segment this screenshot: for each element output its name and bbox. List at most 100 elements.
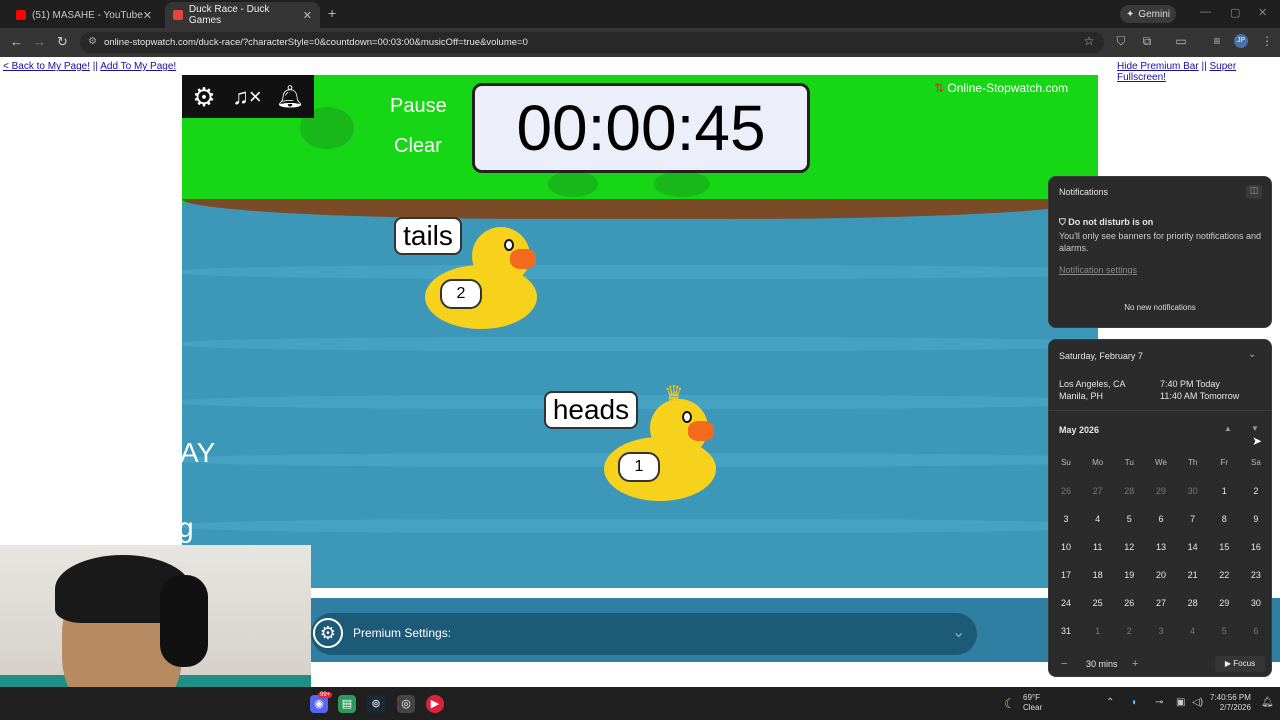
calendar-day[interactable]: 1 bbox=[1085, 626, 1111, 636]
calendar-day[interactable]: 17 bbox=[1053, 570, 1079, 580]
calendar-day[interactable]: 25 bbox=[1085, 598, 1111, 608]
back-to-my-page-link[interactable]: < Back to My Page! bbox=[3, 61, 90, 72]
weather-widget[interactable]: 69°F Clear bbox=[1023, 693, 1042, 713]
calendar-day[interactable]: 28 bbox=[1180, 598, 1206, 608]
forward-icon[interactable]: → bbox=[33, 34, 46, 49]
edge-icon[interactable]: ◐ bbox=[1132, 697, 1138, 708]
close-tab-icon[interactable]: ✕ bbox=[303, 9, 312, 22]
chevron-up-icon[interactable]: ⌃ bbox=[1106, 697, 1114, 708]
tab-duck-race[interactable]: Duck Race - Duck Games ✕ bbox=[165, 2, 320, 28]
calendar-day[interactable]: 6 bbox=[1243, 626, 1269, 636]
calendar-day[interactable]: 3 bbox=[1148, 626, 1174, 636]
media-player-icon[interactable]: ▶ bbox=[426, 695, 444, 713]
calendar-day[interactable]: 13 bbox=[1148, 542, 1174, 552]
calendar-day[interactable]: 31 bbox=[1053, 626, 1079, 636]
calendar-day[interactable]: 24 bbox=[1053, 598, 1079, 608]
calendar-day[interactable]: 27 bbox=[1148, 598, 1174, 608]
network-icon[interactable]: ▣ bbox=[1176, 697, 1185, 708]
calendar-day[interactable]: 11 bbox=[1085, 542, 1111, 552]
calendar-day[interactable]: 3 bbox=[1053, 514, 1079, 524]
calendar-day[interactable]: 30 bbox=[1180, 486, 1206, 496]
calendar-day[interactable]: 21 bbox=[1180, 570, 1206, 580]
calendar-day[interactable]: 14 bbox=[1180, 542, 1206, 552]
new-tab-button[interactable]: + bbox=[328, 5, 336, 21]
calendar-day[interactable]: 8 bbox=[1211, 514, 1237, 524]
chevron-down-icon[interactable]: ⌄ bbox=[952, 622, 965, 642]
taskbar-clock[interactable]: 7:40:56 PM 2/7/2026 bbox=[1210, 693, 1251, 713]
notification-bell-icon[interactable]: 🔔︎ bbox=[1261, 697, 1274, 708]
calendar-day[interactable]: 26 bbox=[1053, 486, 1079, 496]
add-to-my-page-link[interactable]: Add To My Page! bbox=[100, 61, 176, 72]
calendar-month[interactable]: May 2026 bbox=[1059, 425, 1099, 435]
premium-gear-icon[interactable]: ⚙ bbox=[313, 618, 343, 648]
media-icon[interactable]: ≡ bbox=[1210, 34, 1224, 48]
back-icon[interactable]: ← bbox=[10, 34, 23, 49]
previous-month-icon[interactable]: ▲ bbox=[1224, 424, 1232, 433]
usb-icon[interactable]: ⊸ bbox=[1155, 697, 1163, 708]
duck-name-heads: heads bbox=[544, 391, 638, 429]
calendar-day[interactable]: 26 bbox=[1116, 598, 1142, 608]
calendar-day[interactable]: 29 bbox=[1211, 598, 1237, 608]
calendar-day[interactable]: 22 bbox=[1211, 570, 1237, 580]
hide-premium-bar-link[interactable]: Hide Premium Bar bbox=[1117, 61, 1199, 72]
next-month-icon[interactable]: ▼ bbox=[1251, 424, 1259, 433]
close-tab-icon[interactable]: ✕ bbox=[143, 9, 152, 22]
calendar-day[interactable]: 20 bbox=[1148, 570, 1174, 580]
calendar-day[interactable]: 23 bbox=[1243, 570, 1269, 580]
volume-icon[interactable]: ◁) bbox=[1192, 697, 1203, 708]
calendar-day[interactable]: 15 bbox=[1211, 542, 1237, 552]
gemini-button[interactable]: ✦ Gemini bbox=[1120, 5, 1176, 23]
calendar-day[interactable]: 19 bbox=[1116, 570, 1142, 580]
dnd-toggle-icon[interactable]: ◫ bbox=[1246, 185, 1262, 199]
steam-icon[interactable]: ⊚ bbox=[367, 695, 385, 713]
tab-youtube[interactable]: (51) MASAHE - YouTube ✕ bbox=[8, 2, 160, 28]
calendar-day[interactable]: 4 bbox=[1085, 514, 1111, 524]
profile-avatar[interactable]: JP bbox=[1234, 34, 1248, 48]
calendar-day[interactable]: 6 bbox=[1148, 514, 1174, 524]
recorder-icon[interactable]: ◎ bbox=[397, 695, 415, 713]
music-off-icon[interactable]: ♫× bbox=[227, 79, 267, 115]
calendar-day[interactable]: 12 bbox=[1116, 542, 1142, 552]
site-logo[interactable]: ⇅ Online-Stopwatch.com bbox=[934, 81, 1068, 95]
calendar-day[interactable]: 2 bbox=[1116, 626, 1142, 636]
calendar-day[interactable]: 30 bbox=[1243, 598, 1269, 608]
calendar-day[interactable]: 4 bbox=[1180, 626, 1206, 636]
maximize-button[interactable]: ▢ bbox=[1230, 6, 1240, 19]
weather-desc: Clear bbox=[1023, 703, 1043, 712]
notepad-icon[interactable]: ▤ bbox=[338, 695, 356, 713]
decrease-focus-icon[interactable]: − bbox=[1061, 658, 1067, 670]
calendar-day[interactable]: 9 bbox=[1243, 514, 1269, 524]
calendar-day[interactable]: 5 bbox=[1116, 514, 1142, 524]
increase-focus-icon[interactable]: + bbox=[1132, 658, 1138, 670]
extension-shield-icon[interactable]: ⛉ bbox=[1114, 34, 1128, 48]
calendar-day[interactable]: 18 bbox=[1085, 570, 1111, 580]
clock-place-1: Los Angeles, CA bbox=[1059, 379, 1126, 389]
calendar-day[interactable]: 28 bbox=[1116, 486, 1142, 496]
pause-button[interactable]: Pause bbox=[390, 95, 447, 118]
calendar-day[interactable]: 27 bbox=[1085, 486, 1111, 496]
menu-icon[interactable]: ⋮ bbox=[1260, 34, 1274, 48]
sound-bell-icon[interactable]: 🔔︎ bbox=[270, 79, 310, 115]
calendar-day[interactable]: 5 bbox=[1211, 626, 1237, 636]
site-info-icon[interactable]: ⚙ bbox=[88, 36, 97, 47]
extensions-icon[interactable]: ⧉ bbox=[1140, 34, 1154, 48]
notification-settings-link[interactable]: Notification settings bbox=[1059, 265, 1137, 275]
minimize-button[interactable]: — bbox=[1200, 6, 1211, 18]
close-window-button[interactable]: ✕ bbox=[1258, 6, 1267, 19]
duck-beak bbox=[510, 249, 536, 269]
duck-race-game[interactable]: ⚙ ♫× 🔔︎ Pause Clear 00:00:45 ⇅ Online-St… bbox=[182, 75, 1098, 593]
reload-icon[interactable]: ↻ bbox=[57, 34, 68, 50]
calendar-day[interactable]: 7 bbox=[1180, 514, 1206, 524]
focus-button[interactable]: ▶ Focus bbox=[1215, 656, 1265, 672]
clear-button[interactable]: Clear bbox=[394, 135, 442, 158]
address-bar[interactable]: ⚙ online-stopwatch.com/duck-race/?charac… bbox=[80, 32, 1104, 53]
calendar-day[interactable]: 29 bbox=[1148, 486, 1174, 496]
settings-gear-icon[interactable]: ⚙ bbox=[184, 79, 224, 115]
calendar-day[interactable]: 1 bbox=[1211, 486, 1237, 496]
bookmark-star-icon[interactable]: ☆ bbox=[1082, 34, 1096, 48]
chevron-down-icon[interactable]: ⌄ bbox=[1248, 349, 1256, 360]
calendar-day[interactable]: 16 bbox=[1243, 542, 1269, 552]
calendar-day[interactable]: 10 bbox=[1053, 542, 1079, 552]
cast-icon[interactable]: ▭ bbox=[1174, 34, 1188, 48]
calendar-day[interactable]: 2 bbox=[1243, 486, 1269, 496]
